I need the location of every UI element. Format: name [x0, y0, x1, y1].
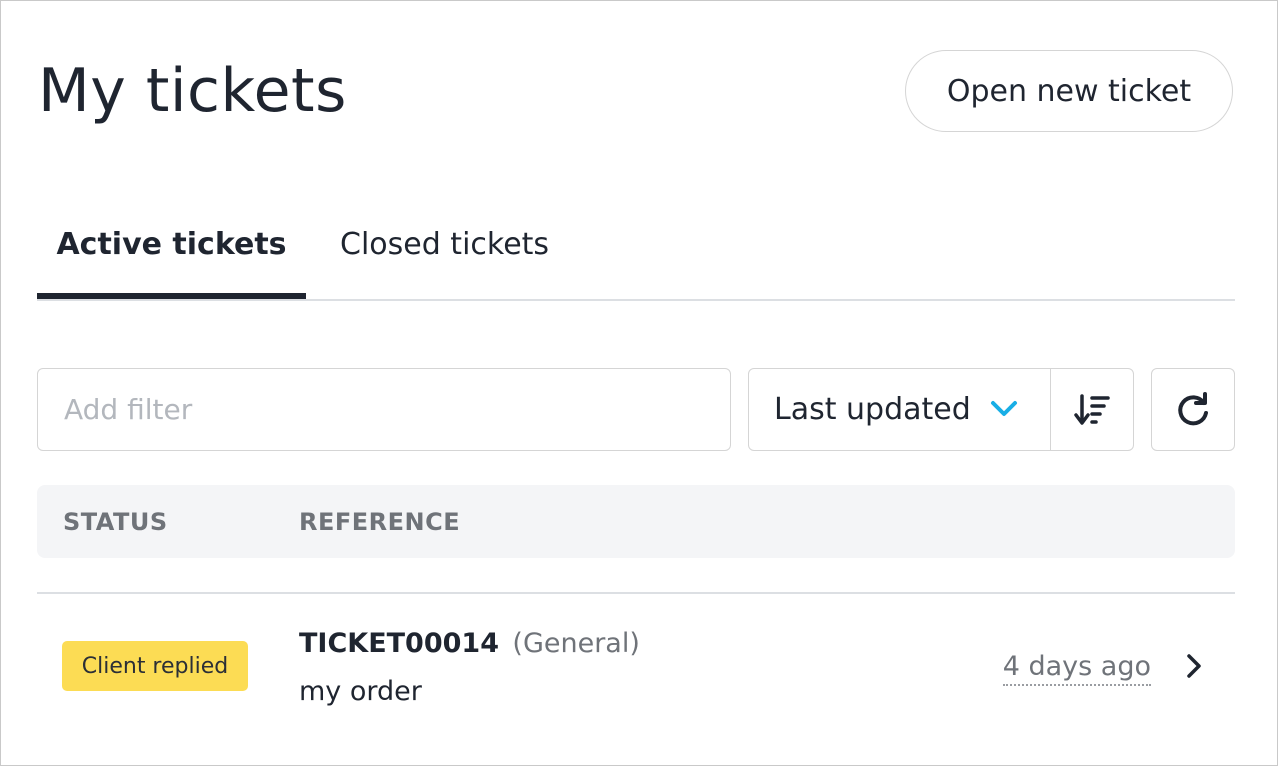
ticket-subject: my order: [299, 676, 422, 707]
refresh-icon: [1178, 391, 1208, 425]
sort-direction-button[interactable]: [1051, 369, 1133, 450]
tickets-panel: My tickets Open new ticket Active ticket…: [0, 0, 1278, 766]
refresh-button[interactable]: [1151, 368, 1235, 451]
tab-active-tickets[interactable]: Active tickets: [37, 223, 306, 299]
page-title: My tickets: [38, 56, 347, 126]
open-new-ticket-button[interactable]: Open new ticket: [905, 50, 1233, 132]
chevron-right-icon[interactable]: [1185, 652, 1203, 680]
chevron-down-icon: [991, 401, 1017, 416]
ticket-reference: TICKET00014 (General): [299, 626, 640, 662]
sort-field-label: Last updated: [774, 392, 971, 427]
table-header: STATUS REFERENCE: [37, 485, 1235, 558]
column-header-reference[interactable]: REFERENCE: [299, 507, 460, 537]
sort-controls: Last updated: [748, 368, 1134, 451]
ticket-tabs: Active tickets Closed tickets: [37, 201, 1235, 301]
tab-closed-tickets[interactable]: Closed tickets: [340, 223, 549, 267]
sort-descending-icon: [1074, 393, 1110, 425]
sort-field-select[interactable]: Last updated: [749, 369, 1051, 450]
ticket-id: TICKET00014: [299, 628, 499, 659]
ticket-updated-time: 4 days ago: [1002, 650, 1151, 686]
filter-input[interactable]: [37, 368, 731, 451]
table-row[interactable]: Client replied TICKET00014 (General) my …: [37, 594, 1235, 744]
status-badge: Client replied: [62, 641, 248, 691]
active-tab-indicator: [37, 293, 306, 299]
ticket-category: (General): [512, 628, 640, 659]
column-header-status[interactable]: STATUS: [63, 507, 168, 537]
